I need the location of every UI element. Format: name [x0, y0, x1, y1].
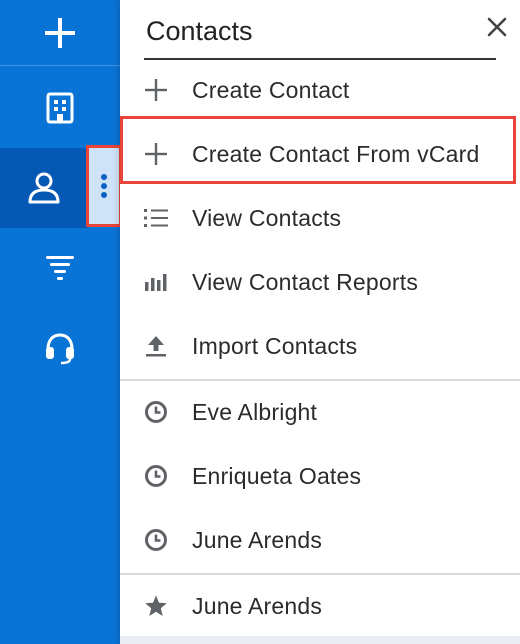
menu-item-label: Import Contacts — [192, 332, 358, 359]
menu-divider — [120, 379, 520, 381]
menu-item-view-contact-reports[interactable]: View Contact Reports — [120, 252, 520, 312]
menu-item-view-contacts[interactable]: View Contacts — [120, 188, 520, 248]
clock-icon — [145, 465, 167, 487]
menu-item-favorite[interactable]: June Arends — [120, 576, 520, 636]
menu-item-import-contacts[interactable]: Import Contacts — [120, 316, 520, 376]
menu-item-label: Enriqueta Oates — [192, 462, 362, 489]
menu-divider — [120, 573, 520, 575]
page-content-edge — [120, 636, 520, 644]
rail-item-accounts[interactable] — [0, 78, 120, 138]
menu-header: Contacts — [144, 0, 496, 60]
kebab-icon — [101, 174, 107, 198]
menu-item-recent[interactable]: Eve Albright — [120, 382, 520, 442]
menu-item-recent[interactable]: Enriqueta Oates — [120, 446, 520, 506]
star-icon — [145, 595, 167, 616]
close-button[interactable] — [482, 12, 512, 42]
menu-item-label: June Arends — [192, 526, 323, 553]
menu-item-label: June Arends — [192, 592, 323, 619]
menu-item-create-contact[interactable]: Create Contact — [120, 60, 520, 120]
menu-item-label: View Contact Reports — [192, 268, 419, 295]
person-icon — [28, 172, 60, 204]
menu-item-label: View Contacts — [192, 204, 342, 231]
menu-item-label: Create Contact From vCard — [192, 140, 480, 167]
clock-icon — [145, 529, 167, 551]
menu-item-recent[interactable]: June Arends — [120, 510, 520, 570]
quick-create-button[interactable] — [0, 0, 120, 66]
upload-icon — [146, 336, 166, 357]
plus-icon — [145, 143, 167, 165]
menu-title: Contacts — [146, 16, 253, 46]
plus-icon — [45, 17, 75, 48]
rail-item-support[interactable] — [0, 318, 120, 378]
close-icon — [487, 17, 507, 37]
funnel-icon — [46, 256, 74, 280]
clock-icon — [145, 401, 167, 423]
contacts-more-button[interactable] — [86, 145, 122, 227]
list-icon — [144, 209, 168, 227]
menu-item-label: Eve Albright — [192, 398, 318, 425]
bar-chart-icon — [145, 274, 167, 291]
rail-item-targets[interactable] — [0, 238, 120, 298]
rail-item-contacts[interactable] — [0, 148, 88, 228]
headset-icon — [46, 333, 74, 365]
contacts-menu: Contacts Create Contact Create Contact F… — [120, 0, 520, 644]
navigation-rail — [0, 0, 120, 644]
menu-item-label: Create Contact — [192, 76, 350, 103]
plus-icon — [145, 79, 167, 101]
building-icon — [46, 92, 74, 124]
menu-item-create-contact-from-vcard[interactable]: Create Contact From vCard — [120, 124, 520, 184]
